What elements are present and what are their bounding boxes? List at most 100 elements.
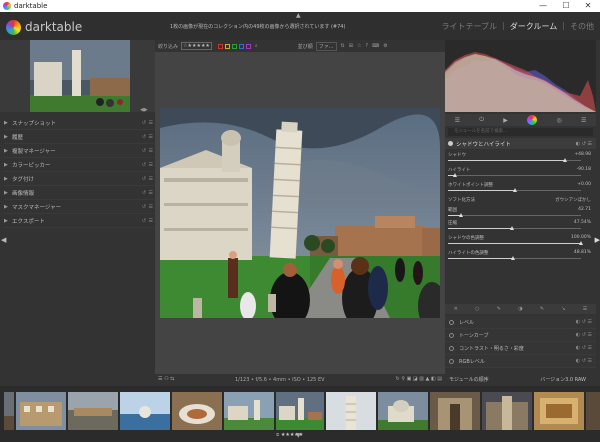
blend-off-icon[interactable]: ✕ — [454, 306, 458, 312]
presets-icon[interactable]: ☰ — [149, 176, 153, 182]
module-contrast-brightness[interactable]: コントラスト・明るさ・彩度 ◐ ↺ ☰ — [445, 342, 596, 355]
navigation-thumbnail[interactable] — [30, 40, 130, 112]
help-icon[interactable]: ? — [365, 43, 368, 49]
slider-row[interactable]: シャドウの色調整 100.00% — [448, 235, 593, 247]
blend-drawn-parametric-icon[interactable]: ✎ — [540, 306, 544, 312]
reset-icon[interactable]: ↺ — [142, 190, 146, 196]
shortcuts-icon[interactable]: ⌨ — [372, 43, 379, 49]
overlay-icon[interactable]: ☆ — [357, 43, 361, 49]
reset-icon[interactable]: ↺ — [142, 148, 146, 154]
blend-raster-icon[interactable]: ↘ — [561, 306, 565, 312]
module-tone-curve[interactable]: トーンカーブ ◐ ↺ ☰ — [445, 329, 596, 342]
reset-icon[interactable]: ↺ — [142, 218, 146, 224]
filmstrip-thumbnail[interactable] — [326, 392, 376, 430]
filmstrip-thumbnail[interactable] — [120, 392, 170, 430]
presets-icon[interactable]: ☰ — [149, 120, 153, 126]
slider-row[interactable]: シャドウ +48.98 — [448, 152, 593, 164]
sort-order-icon[interactable]: ⇅ — [341, 43, 345, 49]
tab-effects-icon[interactable]: ◎ — [556, 117, 561, 124]
view-tool-icons[interactable]: ↻ ⚲ ▣ ◪ ▥ ▲ ◧ ▤ — [396, 376, 442, 382]
filmstrip-thumbnail[interactable] — [430, 392, 480, 430]
view-lighttable[interactable]: ライトテーブル — [442, 21, 498, 32]
filmstrip-thumbnail-selected[interactable] — [276, 392, 324, 430]
color-label-purple[interactable] — [245, 43, 251, 49]
module-levels[interactable]: レベル ◐ ↺ ☰ — [445, 316, 596, 329]
color-label-blue[interactable] — [238, 43, 244, 49]
module-tagging[interactable]: ▶ タグ付け ↺ ☰ — [4, 172, 154, 186]
color-label-red[interactable] — [217, 43, 223, 49]
presets-icon[interactable]: ☰ — [149, 162, 153, 168]
slider-track[interactable] — [448, 173, 581, 177]
slider-row[interactable]: 範囲 42.71 — [448, 207, 593, 219]
module-snapshots[interactable]: ▶ スナップショット ↺ ☰ — [4, 116, 154, 130]
reset-icon[interactable]: ↺ — [142, 162, 146, 168]
minimize-button[interactable]: — — [532, 0, 554, 12]
slider-handle-icon[interactable] — [579, 241, 583, 245]
filmstrip-thumbnail[interactable] — [378, 392, 428, 430]
blend-parametric-icon[interactable]: ◑ — [518, 306, 522, 312]
sort-dropdown[interactable]: ファ... — [315, 41, 337, 51]
reset-icon[interactable]: ↺ — [142, 176, 146, 182]
slider-row[interactable]: 圧縮 47.54% — [448, 220, 593, 232]
maximize-button[interactable]: ☐ — [555, 0, 577, 12]
reset-icon[interactable]: ↺ — [142, 120, 146, 126]
tab-active-modules-icon[interactable]: ⏻ — [479, 116, 484, 124]
tab-color-icon[interactable] — [527, 115, 538, 125]
presets-icon[interactable]: ☰ — [149, 148, 153, 154]
tab-quick-panel-icon[interactable]: ☰ — [455, 117, 460, 124]
module-rgb-levels[interactable]: RGBレベル ◐ ↺ ☰ — [445, 355, 596, 368]
slider-handle-icon[interactable] — [459, 213, 464, 217]
tab-presets-icon[interactable]: ☰ — [581, 117, 586, 124]
presets-icon[interactable]: ☰ — [149, 190, 153, 196]
slider-track[interactable] — [448, 256, 581, 260]
slider-row[interactable]: ホワイトポイント調整 +0.00 — [448, 182, 593, 194]
power-icon[interactable] — [448, 141, 453, 146]
color-label-yellow[interactable] — [224, 43, 230, 49]
grouping-icon[interactable]: ⊞ — [349, 43, 353, 49]
filmstrip-thumbnail[interactable] — [534, 392, 584, 430]
color-label-green[interactable] — [231, 43, 237, 49]
module-color-picker[interactable]: ▶ カラーピッカー ↺ ☰ — [4, 158, 154, 172]
filmstrip-thumbnail[interactable] — [586, 392, 600, 430]
main-image[interactable] — [160, 108, 440, 318]
rating-filter[interactable]: ☆★★★★★ — [181, 42, 212, 50]
collapse-bottom-arrow-icon[interactable]: ▼ — [296, 432, 301, 439]
quick-access-icons[interactable]: ☰ ⚇ ⇆ — [158, 376, 174, 382]
tab-base-icon[interactable]: ▶ — [503, 117, 508, 124]
slider-handle-icon[interactable] — [512, 188, 517, 192]
reset-icon[interactable]: ↺ — [142, 204, 146, 210]
close-button[interactable]: ✕ — [577, 0, 599, 12]
histogram[interactable] — [445, 40, 596, 112]
slider-track[interactable] — [448, 241, 583, 245]
presets-icon[interactable]: ☰ — [149, 204, 153, 210]
slider-track[interactable] — [448, 226, 581, 230]
module-history[interactable]: ▶ 履歴 ↺ ☰ — [4, 130, 154, 144]
collapse-left-arrow-icon[interactable]: ◀ — [1, 236, 6, 244]
view-other[interactable]: その他 — [570, 21, 594, 32]
slider-track[interactable] — [448, 158, 581, 162]
blend-more-icon[interactable]: ☰ — [583, 306, 587, 312]
blend-drawn-icon[interactable]: ✎ — [497, 306, 501, 312]
filmstrip-thumbnail[interactable] — [224, 392, 274, 430]
collapse-top-arrow-icon[interactable]: ▲ — [296, 12, 301, 19]
module-search-input[interactable]: モジュールを名前で検索... — [448, 128, 593, 136]
blend-uniform-icon[interactable]: ○ — [475, 306, 479, 312]
presets-icon[interactable]: ☰ — [149, 218, 153, 224]
filmstrip-thumbnail[interactable] — [68, 392, 118, 430]
filmstrip-thumbnail[interactable] — [172, 392, 222, 430]
slider-handle-icon[interactable] — [511, 256, 516, 260]
slider-handle-icon[interactable] — [452, 173, 457, 177]
collapse-right-arrow-icon[interactable]: ▶ — [595, 236, 600, 244]
preferences-gear-icon[interactable]: ⚙ — [383, 43, 387, 49]
filmstrip-thumbnail[interactable] — [482, 392, 532, 430]
slider-track[interactable] — [448, 188, 581, 192]
module-duplicate-manager[interactable]: ▶ 複製マネージャー ↺ ☰ — [4, 144, 154, 158]
module-header-icons[interactable]: ◐ ↺ ☰ — [576, 141, 592, 147]
slider-row[interactable]: ハイライト -90.18 — [448, 167, 593, 179]
module-header-shadows-highlights[interactable]: シャドウとハイライト ◐ ↺ ☰ — [445, 138, 596, 149]
navigation-zoom-icon[interactable]: ◀▶ — [140, 107, 148, 113]
slider-handle-icon[interactable] — [509, 226, 514, 230]
presets-icon[interactable]: ☰ — [149, 134, 153, 140]
filmstrip-thumbnail[interactable] — [16, 392, 66, 430]
search-icon[interactable]: ⌕ — [255, 43, 258, 49]
